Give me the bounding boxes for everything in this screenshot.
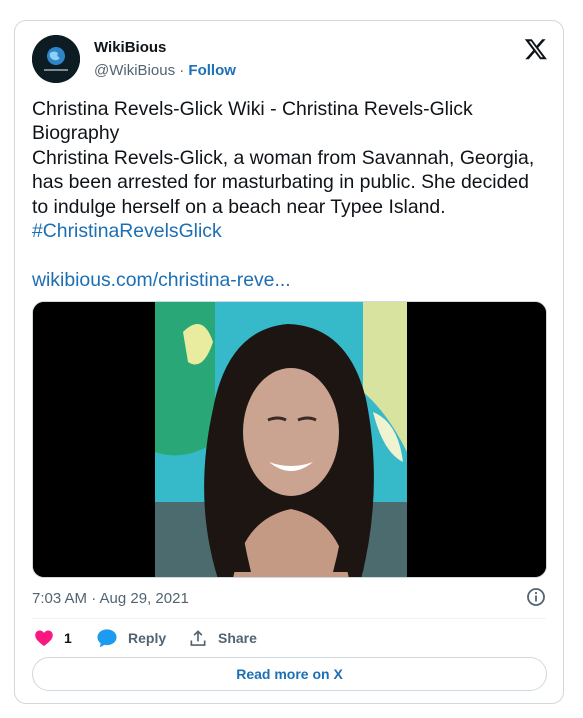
tweet-card: WikiBious @WikiBious · Follow Christina … (14, 20, 564, 704)
action-bar: 1 Reply Share (32, 626, 432, 650)
tweet-media[interactable] (32, 301, 547, 578)
share-icon (190, 630, 206, 646)
read-more-button[interactable]: Read more on X (32, 657, 547, 691)
follow-button[interactable]: Follow (188, 62, 236, 79)
tweet-line: has been arrested for masturbating in pu… (32, 171, 529, 194)
like-count: 1 (64, 630, 72, 646)
reply-label: Reply (128, 630, 167, 646)
avatar[interactable] (32, 35, 80, 83)
tweet-line: Biography (32, 122, 120, 145)
globe-logo-icon (32, 35, 80, 83)
share-button[interactable]: Share (188, 626, 257, 650)
info-icon[interactable] (526, 587, 546, 607)
account-handle[interactable]: @WikiBious (94, 62, 175, 79)
reply-bubble-icon (97, 629, 117, 648)
article-link[interactable]: wikibious.com/christina-reve... (32, 268, 552, 292)
tweet-line: to indulge herself on a beach near Typee… (32, 195, 446, 218)
x-logo-icon[interactable] (524, 37, 548, 61)
share-label: Share (218, 630, 257, 646)
tweet-header: WikiBious @WikiBious · Follow (32, 35, 552, 87)
tweet-line: Christina Revels-Glick Wiki - Christina … (32, 98, 473, 120)
tweet-line: Christina Revels-Glick, a woman from Sav… (32, 146, 535, 169)
tweet-timestamp[interactable]: 7:03 AM · Aug 29, 2021 (32, 590, 189, 607)
separator-dot: · (179, 62, 185, 79)
divider (32, 618, 546, 619)
account-name[interactable]: WikiBious (94, 39, 166, 56)
heart-icon (35, 630, 53, 646)
handle-row: @WikiBious · Follow (94, 62, 236, 79)
tweet-text: Christina Revels-Glick Wiki - Christina … (32, 97, 552, 292)
reply-button[interactable]: Reply (96, 626, 166, 650)
portrait-photo (33, 302, 546, 577)
like-button[interactable]: 1 (34, 626, 72, 650)
hashtag-link[interactable]: #ChristinaRevelsGlick (32, 219, 552, 243)
